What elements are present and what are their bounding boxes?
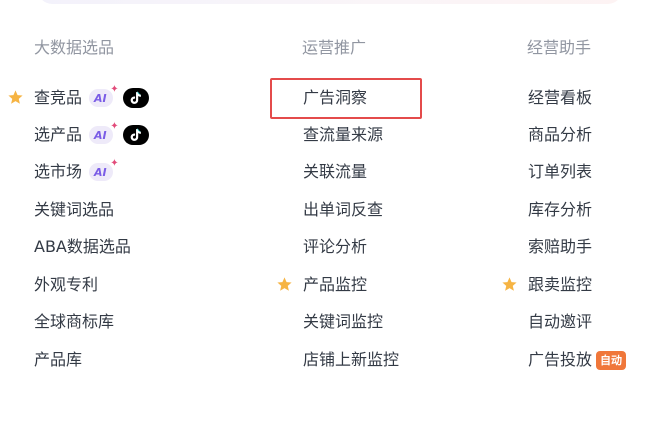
star-icon — [502, 277, 517, 291]
menu-item-review-analysis[interactable]: 评论分析 — [303, 235, 367, 259]
menu-item-label: 产品库 — [34, 350, 83, 369]
ai-badge: AI ✦ — [89, 84, 119, 107]
tiktok-icon — [122, 125, 149, 145]
menu-item-product-library[interactable]: 产品库 — [34, 348, 82, 372]
menu-item-ad-insight[interactable]: 广告洞察 — [303, 86, 367, 110]
menu-item-auto-review-request[interactable]: 自动邀评 — [528, 310, 592, 334]
star-icon — [277, 277, 292, 291]
feature-menu-panel: 大数据选品 查竞品 AI ✦ 选产品 AI ✦ 选市场 AI ✦ 关键词选品 ABA数… — [0, 0, 659, 428]
menu-top-edge — [38, 0, 622, 4]
menu-item-product-monitor[interactable]: 产品监控 — [277, 273, 368, 297]
menu-item-label: 店铺上新监控 — [303, 350, 400, 369]
menu-item-label: 查流量来源 — [303, 125, 384, 144]
menu-item-label: 选市场 — [34, 162, 83, 181]
menu-item-label: 关联流量 — [303, 162, 368, 181]
menu-item-label: 关键词监控 — [303, 312, 384, 331]
column-heading: 大数据选品 — [34, 38, 115, 57]
column-heading: 运营推广 — [302, 38, 367, 57]
menu-item-product-analysis[interactable]: 商品分析 — [528, 123, 592, 147]
menu-item-label: 外观专利 — [34, 275, 99, 294]
menu-item-label: 广告投放 — [528, 350, 593, 369]
ai-badge: AI ✦ — [89, 158, 119, 181]
menu-item-global-trademark[interactable]: 全球商标库 — [34, 310, 114, 334]
menu-item-claims-assistant[interactable]: 索赔助手 — [528, 235, 592, 259]
menu-item-hijacker-monitor[interactable]: 跟卖监控 — [502, 273, 593, 297]
menu-item-competitor[interactable]: 查竞品 AI ✦ — [8, 84, 149, 110]
tiktok-icon — [122, 88, 149, 108]
menu-item-label: 评论分析 — [303, 237, 368, 256]
menu-item-design-patent[interactable]: 外观专利 — [34, 273, 98, 297]
menu-item-aba-selection[interactable]: ABA数据选品 — [34, 235, 131, 259]
menu-item-order-keyword-lookup[interactable]: 出单词反查 — [303, 198, 383, 222]
menu-item-related-traffic[interactable]: 关联流量 — [303, 160, 367, 184]
menu-item-label: 库存分析 — [528, 200, 593, 219]
menu-item-label: 选产品 — [34, 125, 83, 144]
menu-item-store-new-listing-monitor[interactable]: 店铺上新监控 — [303, 348, 399, 372]
menu-item-label: 产品监控 — [303, 275, 368, 294]
menu-item-select-product[interactable]: 选产品 AI ✦ — [34, 121, 149, 147]
auto-badge: 自动 — [596, 350, 627, 370]
menu-item-label: 自动邀评 — [528, 312, 593, 331]
ai-badge: AI ✦ — [89, 121, 119, 144]
menu-item-label: 广告洞察 — [303, 88, 368, 107]
menu-item-label: ABA数据选品 — [34, 237, 131, 256]
menu-item-label: 关键词选品 — [34, 200, 115, 219]
menu-item-label: 经营看板 — [528, 88, 593, 107]
menu-item-keyword-monitor[interactable]: 关键词监控 — [303, 310, 383, 334]
menu-item-label: 索赔助手 — [528, 237, 593, 256]
menu-item-label: 出单词反查 — [303, 200, 384, 219]
menu-item-label: 查竞品 — [34, 88, 83, 107]
menu-item-ad-placement[interactable]: 广告投放 自动 — [528, 348, 627, 372]
menu-item-select-market[interactable]: 选市场 AI ✦ — [34, 158, 119, 184]
menu-item-inventory-analysis[interactable]: 库存分析 — [528, 198, 592, 222]
column-heading: 经营助手 — [527, 38, 592, 57]
menu-item-label: 全球商标库 — [34, 312, 115, 331]
menu-item-label: 订单列表 — [528, 162, 593, 181]
menu-item-keyword-selection[interactable]: 关键词选品 — [34, 198, 114, 222]
menu-item-label: 商品分析 — [528, 125, 593, 144]
menu-item-traffic-source[interactable]: 查流量来源 — [303, 123, 383, 147]
menu-item-business-dashboard[interactable]: 经营看板 — [528, 86, 592, 110]
star-icon — [8, 90, 23, 104]
menu-item-order-list[interactable]: 订单列表 — [528, 160, 592, 184]
menu-item-label: 跟卖监控 — [528, 275, 593, 294]
